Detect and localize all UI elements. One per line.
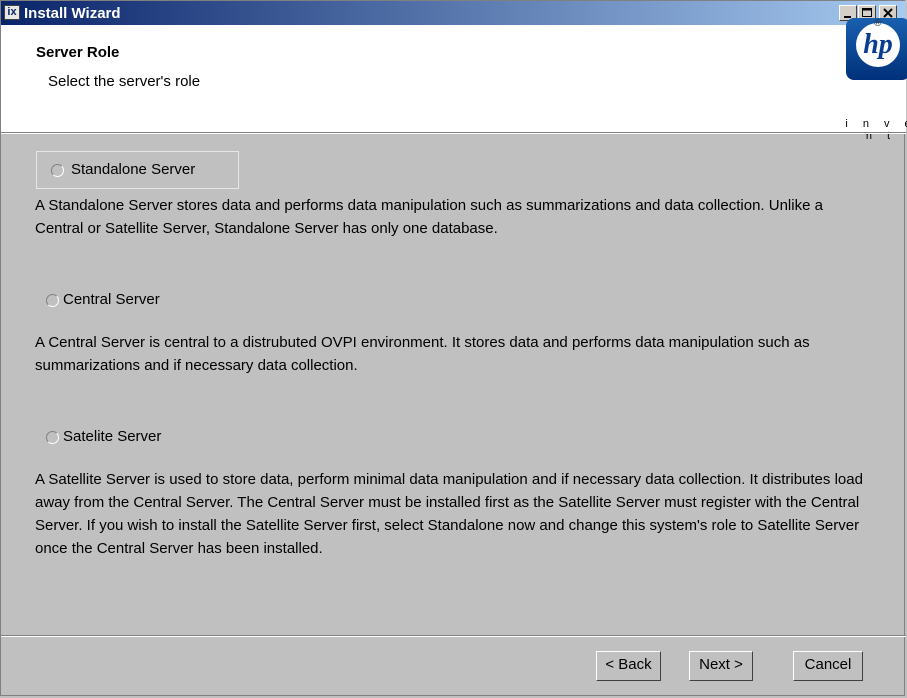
back-button[interactable]: < Back xyxy=(596,651,661,681)
maximize-icon xyxy=(862,8,872,17)
standalone-label[interactable]: Standalone Server xyxy=(71,159,195,181)
next-button[interactable]: Next > xyxy=(689,651,753,681)
window-title: Install Wizard xyxy=(24,5,121,22)
page-title: Server Role xyxy=(36,44,120,61)
header-separator xyxy=(1,132,906,134)
title-bar[interactable]: ix Install Wizard xyxy=(1,1,906,25)
page-subtitle: Select the server's role xyxy=(48,73,201,90)
minimize-icon xyxy=(844,16,851,18)
central-description: A Central Server is central to a distrub… xyxy=(35,334,810,374)
registered-mark: ® xyxy=(874,18,882,29)
satelite-radio[interactable] xyxy=(46,431,59,444)
central-radio[interactable] xyxy=(46,294,59,307)
central-label[interactable]: Central Server xyxy=(63,289,160,311)
satelite-description: A Satellite Server is used to store data… xyxy=(35,471,863,557)
option-standalone-server[interactable]: Standalone Server xyxy=(36,151,239,189)
hp-logo-mark: hp xyxy=(863,29,893,60)
close-icon xyxy=(883,8,893,18)
installer-app-icon[interactable]: ix xyxy=(4,5,20,20)
satelite-label[interactable]: Satelite Server xyxy=(63,426,161,448)
wizard-header: Server Role Select the server's role xyxy=(1,25,906,132)
cancel-button[interactable]: Cancel xyxy=(793,651,863,681)
standalone-radio[interactable] xyxy=(51,164,64,177)
standalone-description: A Standalone Server stores data and perf… xyxy=(35,197,823,237)
install-wizard-window: ix Install Wizard Server Role Select the… xyxy=(0,0,907,696)
hp-tagline: i n v e n t xyxy=(845,118,907,142)
footer-separator xyxy=(1,635,906,637)
